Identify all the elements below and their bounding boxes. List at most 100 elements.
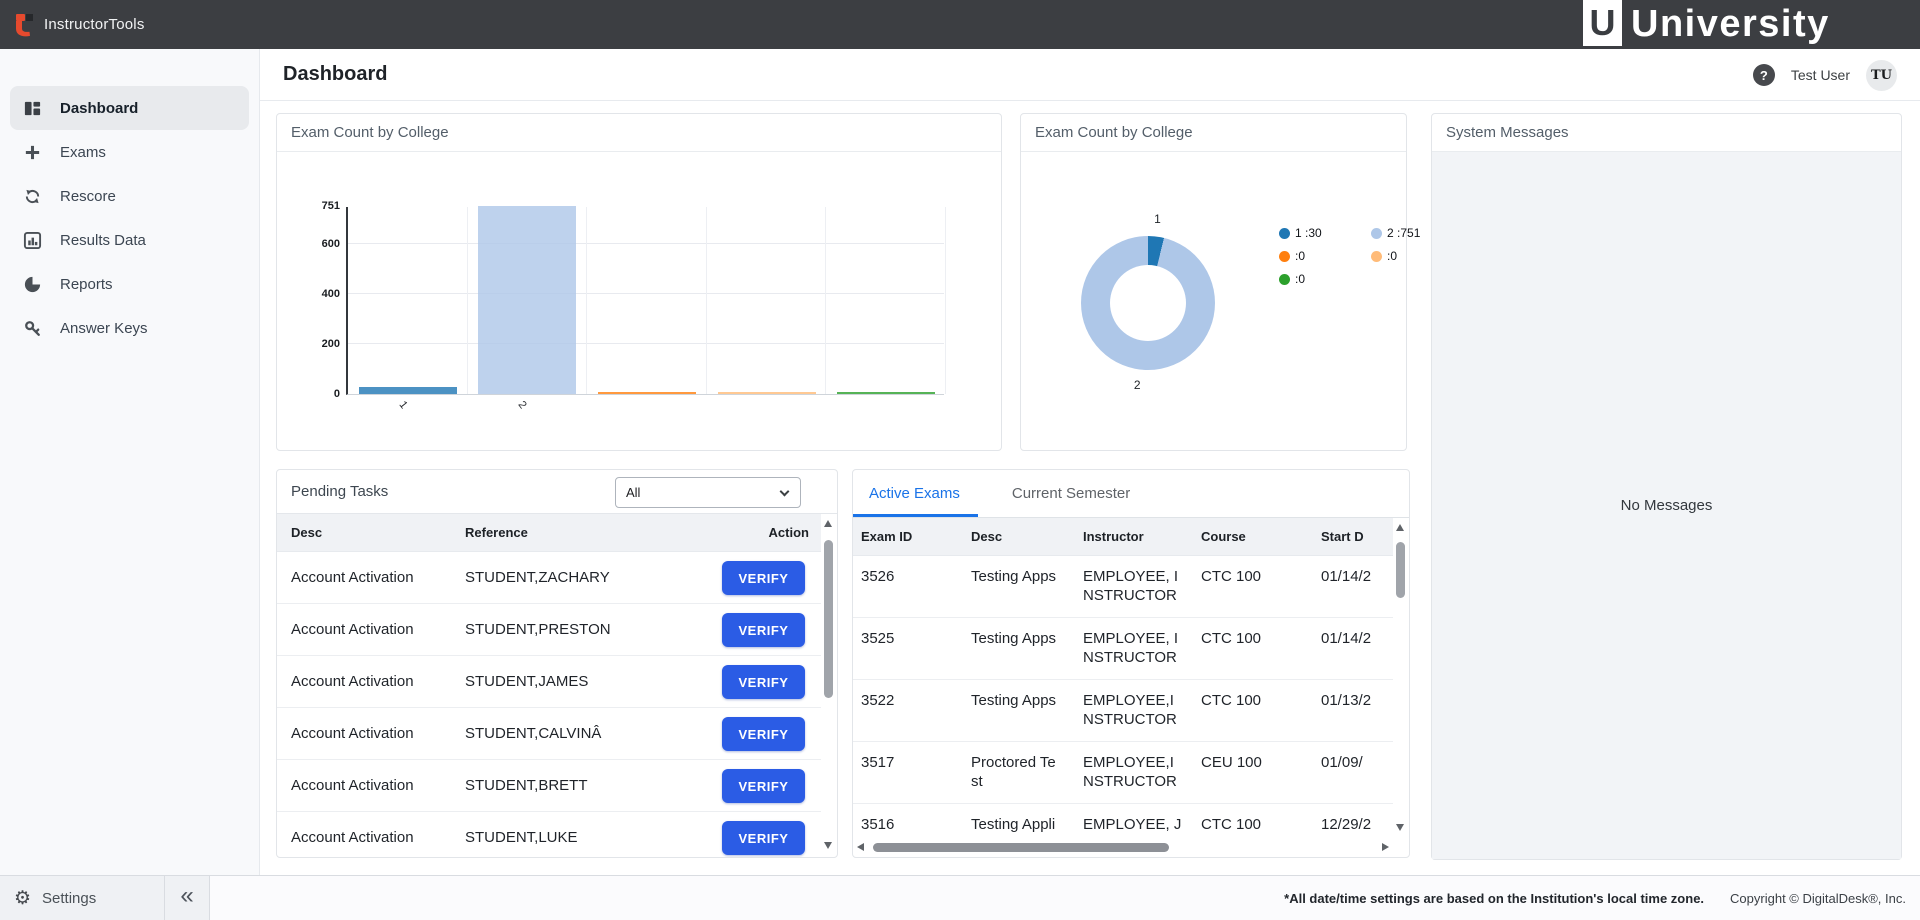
donut-chart-body: 1 :302 :751:0:0:0 12 xyxy=(1021,152,1406,450)
sidebar-collapse-button[interactable]: « xyxy=(165,876,209,920)
scroll-down-arrow-icon[interactable] xyxy=(824,842,832,849)
pending-task-row: Account ActivationSTUDENT,PRESTONVERIFY xyxy=(277,604,821,656)
y-axis-tick-label: 600 xyxy=(302,238,340,250)
page-title: Dashboard xyxy=(283,63,387,86)
scrollbar-thumb[interactable] xyxy=(873,843,1169,852)
sidebar-item-dashboard[interactable]: Dashboard xyxy=(10,86,249,130)
exam-cell-start-date: 01/13/2 xyxy=(1321,691,1393,731)
pie-chart-icon xyxy=(22,274,42,294)
sidebar-item-label: Results Data xyxy=(60,232,146,249)
help-icon[interactable]: ? xyxy=(1753,64,1775,86)
exam-cell-course: CTC 100 xyxy=(1201,815,1321,839)
exam-cell-instructor: EMPLOYEE, I NSTRUCTOR xyxy=(1083,567,1201,607)
gridline xyxy=(348,293,944,294)
verify-button[interactable]: VERIFY xyxy=(722,717,805,751)
exam-cell-exam-id: 3526 xyxy=(861,567,971,607)
avatar[interactable]: TU xyxy=(1866,60,1897,91)
active-exams-rows: 3526Testing AppsEMPLOYEE, I NSTRUCTORCTC… xyxy=(853,556,1393,839)
key-icon xyxy=(22,318,42,338)
verify-button[interactable]: VERIFY xyxy=(722,769,805,803)
donut-ring xyxy=(1081,236,1215,370)
system-messages-card: System Messages No Messages xyxy=(1431,113,1902,860)
scroll-up-arrow-icon[interactable] xyxy=(1396,524,1404,531)
exam-row: 3517Proctored Te stEMPLOYEE,I NSTRUCTORC… xyxy=(853,742,1393,804)
university-name: University xyxy=(1631,0,1830,49)
task-desc-cell: Account Activation xyxy=(291,569,465,586)
legend-item: 1 :30 xyxy=(1279,226,1371,240)
sidebar-item-label: Reports xyxy=(60,276,113,293)
scrollbar-thumb[interactable] xyxy=(824,540,833,698)
card-title: Exam Count by College xyxy=(277,114,1001,152)
scrollbar-thumb[interactable] xyxy=(1396,542,1405,598)
scroll-left-arrow-icon[interactable] xyxy=(857,843,864,851)
sidebar-item-results-data[interactable]: Results Data xyxy=(10,218,249,262)
exam-cell-instructor: EMPLOYEE, I NSTRUCTOR xyxy=(1083,629,1201,669)
task-filter-select[interactable]: All xyxy=(615,477,801,508)
exam-cell-exam-id: 3522 xyxy=(861,691,971,731)
pending-task-row: Account ActivationSTUDENT,LUKE VERIFY xyxy=(277,812,821,857)
card-title: System Messages xyxy=(1432,114,1901,152)
task-desc-cell: Account Activation xyxy=(291,829,465,846)
bar-category-1 xyxy=(359,387,457,395)
pending-task-row: Account ActivationSTUDENT,JAMESVERIFY xyxy=(277,656,821,708)
column-header-exam-id: Exam ID xyxy=(861,529,971,544)
tab-active-exams[interactable]: Active Exams xyxy=(853,470,978,517)
bar-category-5 xyxy=(837,392,935,395)
task-reference-cell: STUDENT,LUKE xyxy=(465,829,578,846)
sidebar-item-reports[interactable]: Reports xyxy=(10,262,249,306)
university-logo-mark: U xyxy=(1583,0,1622,46)
exam-cell-start-date: 01/09/ xyxy=(1321,753,1393,793)
tab-bar: Active Exams Current Semester xyxy=(853,470,1409,518)
pending-tasks-vertical-scrollbar[interactable] xyxy=(822,514,835,855)
bar-chart-icon xyxy=(22,230,42,250)
pending-tasks-rows: Account ActivationSTUDENT,ZACHARYVERIFYA… xyxy=(277,552,821,857)
gridline xyxy=(348,243,944,244)
task-desc-cell: Account Activation xyxy=(291,725,465,742)
plus-icon xyxy=(22,142,42,162)
verify-button[interactable]: VERIFY xyxy=(722,613,805,647)
legend-label: :0 xyxy=(1387,249,1397,263)
app-logo-icon xyxy=(13,11,35,38)
sidebar: Dashboard Exams Rescore xyxy=(0,49,260,875)
page-header: Dashboard ? Test User TU xyxy=(260,49,1920,101)
task-reference-cell: STUDENT,BRETT xyxy=(465,777,588,794)
column-header-instructor: Instructor xyxy=(1083,529,1201,544)
exam-count-donut-card: Exam Count by College 1 :302 :751:0:0:0 … xyxy=(1020,113,1407,451)
exam-count-bar-card: Exam Count by College 020040060075112 xyxy=(276,113,1002,451)
scroll-right-arrow-icon[interactable] xyxy=(1382,843,1389,851)
university-logo: U University xyxy=(1583,0,1830,49)
active-exams-vertical-scrollbar[interactable] xyxy=(1394,518,1407,837)
scroll-down-arrow-icon[interactable] xyxy=(1396,824,1404,831)
task-reference-cell: STUDENT,JAMES xyxy=(465,673,588,690)
column-header-action: Action xyxy=(725,525,821,540)
bar-category-3 xyxy=(598,392,696,395)
top-bar: InstructorTools U University xyxy=(0,0,1920,49)
scroll-up-arrow-icon[interactable] xyxy=(824,520,832,527)
no-messages-text: No Messages xyxy=(1621,497,1713,514)
card-title: Pending Tasks xyxy=(291,483,388,500)
legend-label: 2 :751 xyxy=(1387,226,1420,240)
pending-task-row: Account ActivationSTUDENT,ZACHARY VERIFY xyxy=(277,552,821,604)
exam-cell-start-date: 01/14/2 xyxy=(1321,629,1393,669)
verify-button[interactable]: VERIFY xyxy=(722,665,805,699)
task-reference-cell: STUDENT,ZACHARY xyxy=(465,569,610,586)
sidebar-item-rescore[interactable]: Rescore xyxy=(10,174,249,218)
verify-button[interactable]: VERIFY xyxy=(722,561,805,595)
exam-cell-desc: Proctored Te st xyxy=(971,753,1083,793)
settings-button[interactable]: ⚙ Settings xyxy=(0,876,165,920)
verify-button[interactable]: VERIFY xyxy=(722,821,805,855)
sidebar-item-answer-keys[interactable]: Answer Keys xyxy=(10,306,249,350)
footer-right: *All date/time settings are based on the… xyxy=(1284,876,1920,920)
active-exams-horizontal-scrollbar[interactable] xyxy=(857,841,1389,854)
user-name: Test User xyxy=(1791,67,1850,83)
donut-slice-label: 2 xyxy=(1134,378,1141,392)
sidebar-item-label: Rescore xyxy=(60,188,116,205)
exam-cell-start-date: 01/14/2 xyxy=(1321,567,1393,607)
copyright: Copyright © DigitalDesk®, Inc. xyxy=(1730,891,1906,906)
sidebar-item-exams[interactable]: Exams xyxy=(10,130,249,174)
exam-cell-desc: Testing Appli xyxy=(971,815,1083,839)
card-title: Exam Count by College xyxy=(1021,114,1406,152)
column-header-start-date: Start D xyxy=(1321,529,1393,544)
tab-current-semester[interactable]: Current Semester xyxy=(996,470,1148,517)
task-reference-cell: STUDENT,CALVINÂ xyxy=(465,725,601,742)
